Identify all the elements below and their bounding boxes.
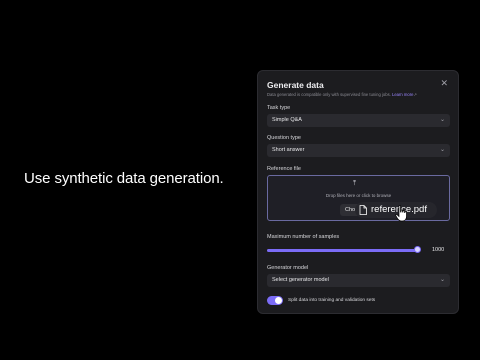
split-data-label: Split data into training and validation … xyxy=(288,298,376,303)
cursor-icon xyxy=(395,205,407,222)
chevron-down-icon: ⌄ xyxy=(439,277,445,283)
max-samples-label: Maximum number of samples xyxy=(267,234,340,240)
file-icon xyxy=(359,205,367,215)
chevron-down-icon: ⌄ xyxy=(439,117,445,123)
note-text: Data generated is compatible only with s… xyxy=(267,92,391,97)
dropzone-text: Drop files here or click to browse xyxy=(325,193,392,198)
generator-model-value: Select generator model xyxy=(272,277,329,283)
question-type-value: Short answer xyxy=(272,147,305,153)
dialog-title: Generate data xyxy=(267,80,324,90)
upload-icon: ⤒ xyxy=(353,180,357,187)
external-link-icon: ↗ xyxy=(413,92,417,97)
slider-thumb[interactable] xyxy=(414,246,421,253)
task-type-value: Simple Q&A xyxy=(272,117,302,123)
dialog-note: Data generated is compatible only with s… xyxy=(267,92,417,97)
toggle-knob xyxy=(275,297,282,304)
question-type-label: Question type xyxy=(267,135,301,141)
generate-data-dialog: Generate data ✕ Data generated is compat… xyxy=(257,70,459,314)
reference-file-label: Reference file xyxy=(267,166,301,172)
learn-more-link[interactable]: Learn more xyxy=(392,92,413,97)
close-icon[interactable]: ✕ xyxy=(440,78,448,89)
chevron-down-icon: ⌄ xyxy=(439,147,445,153)
task-type-label: Task type xyxy=(267,105,291,111)
max-samples-slider[interactable] xyxy=(267,249,418,252)
task-type-select[interactable]: Simple Q&A ⌄ xyxy=(267,114,450,127)
split-data-toggle[interactable] xyxy=(267,296,283,305)
max-samples-value: 1000 xyxy=(432,247,445,253)
question-type-select[interactable]: Short answer ⌄ xyxy=(267,144,450,157)
generator-model-label: Generator model xyxy=(267,265,309,271)
tagline: Use synthetic data generation. xyxy=(24,170,224,187)
generator-model-select[interactable]: Select generator model ⌄ xyxy=(267,274,450,287)
